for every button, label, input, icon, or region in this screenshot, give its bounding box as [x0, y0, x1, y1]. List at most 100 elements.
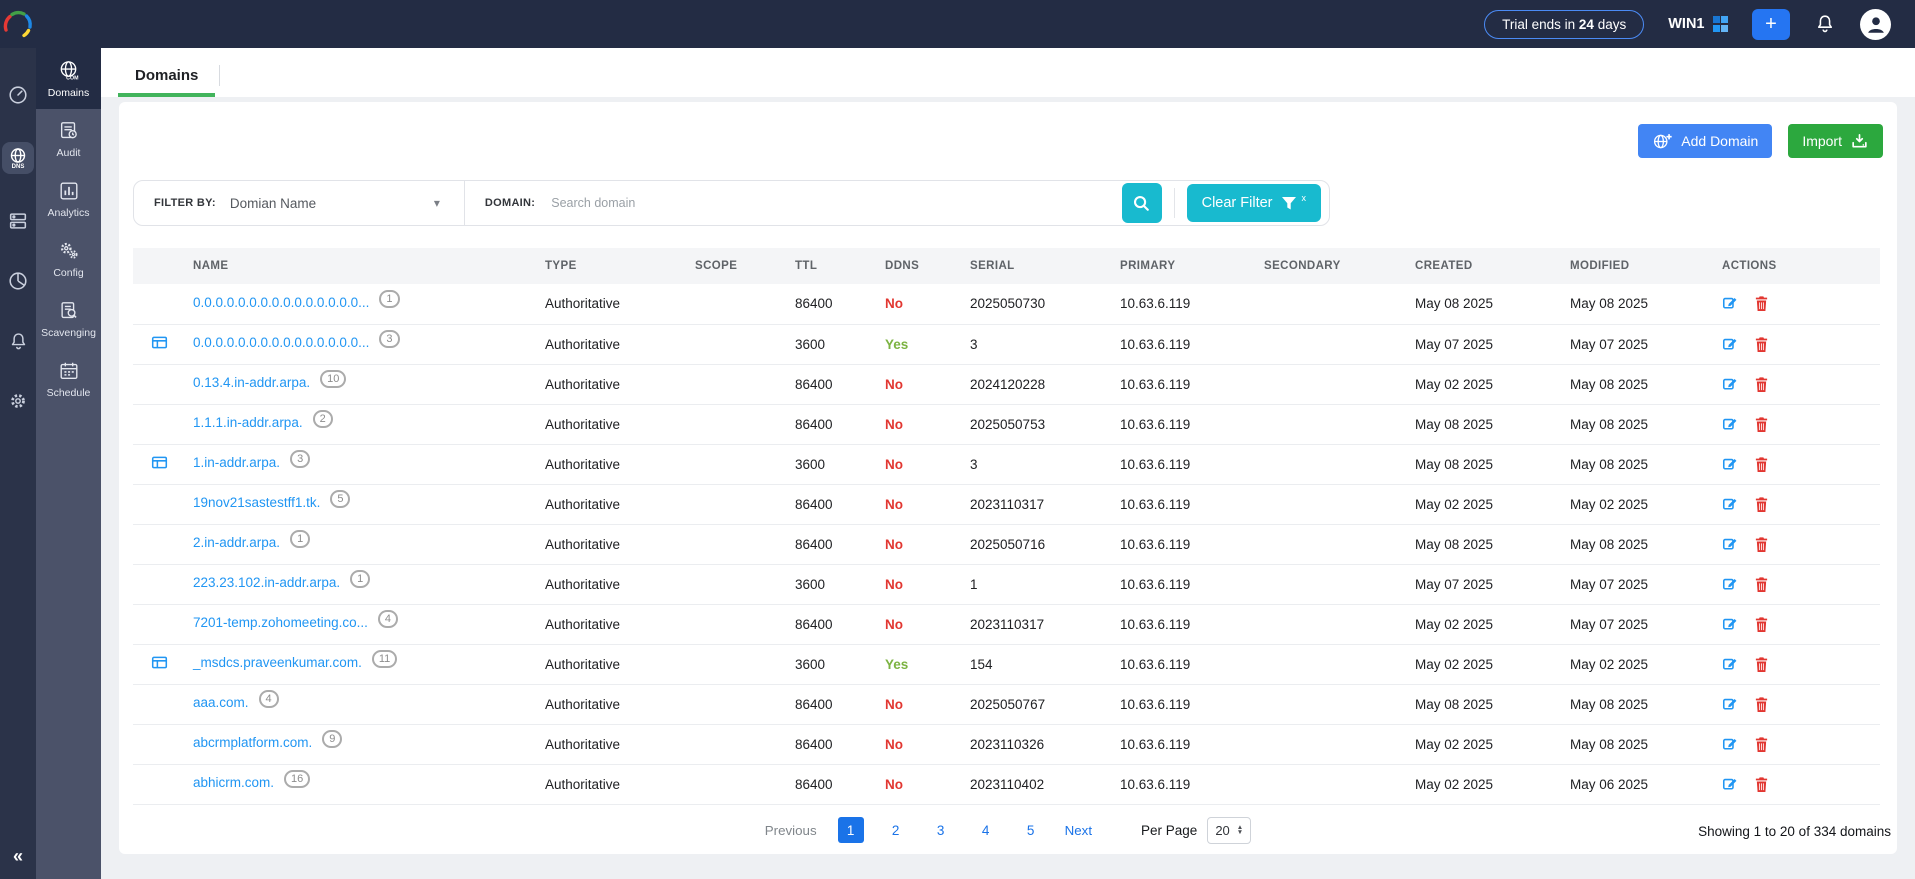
domain-name-link[interactable]: 1.1.1.in-addr.arpa. — [193, 415, 303, 430]
dns-nav: COM Domains Audit Analytics Config Scave… — [36, 48, 101, 879]
sidebar-item-domains[interactable]: COM Domains — [36, 48, 101, 109]
delete-domain-button[interactable] — [1754, 295, 1769, 312]
scope-value — [687, 284, 787, 325]
reports-app-button[interactable] — [5, 268, 31, 294]
domain-name-link[interactable]: abhicrm.com. — [193, 775, 274, 790]
sidebar-item-label: Audit — [56, 147, 81, 159]
ddns-value: No — [885, 536, 903, 552]
delete-domain-button[interactable] — [1754, 656, 1769, 673]
domain-name-link[interactable]: 19nov21sastestff1.tk. — [193, 495, 320, 510]
edit-domain-button[interactable] — [1722, 496, 1739, 513]
serial-value: 2025050716 — [962, 524, 1112, 565]
record-count-badge: 16 — [284, 770, 311, 788]
delete-domain-button[interactable] — [1754, 776, 1769, 793]
pie-chart-icon — [7, 270, 29, 292]
import-button[interactable]: Import — [1788, 124, 1883, 158]
edit-domain-button[interactable] — [1722, 616, 1739, 633]
alerts-app-button[interactable] — [5, 328, 31, 354]
page-number-button[interactable]: 2 — [883, 817, 909, 843]
dns-app-button[interactable]: DNS — [2, 142, 34, 174]
add-domain-button[interactable]: Add Domain — [1638, 124, 1773, 158]
edit-domain-button[interactable] — [1722, 656, 1739, 673]
collapse-chevrons-icon: « — [12, 846, 23, 866]
page-number-button[interactable]: 5 — [1018, 817, 1044, 843]
delete-domain-button[interactable] — [1754, 496, 1769, 513]
edit-domain-button[interactable] — [1722, 416, 1739, 433]
search-input[interactable] — [549, 195, 1122, 211]
filter-by-dropdown[interactable]: Domian Name ▾ — [230, 196, 440, 211]
edit-domain-button[interactable] — [1722, 336, 1739, 353]
domain-name-link[interactable]: aaa.com. — [193, 695, 249, 710]
scavenging-doc-search-icon — [58, 300, 80, 322]
clear-filter-button[interactable]: Clear Filter x — [1186, 184, 1321, 222]
search-button[interactable] — [1121, 183, 1162, 223]
sidebar-item-config[interactable]: Config — [36, 229, 101, 289]
domain-name-link[interactable]: 7201-temp.zohomeeting.co... — [193, 615, 368, 630]
user-avatar[interactable] — [1860, 8, 1891, 40]
secondary-value — [1256, 644, 1407, 685]
domain-name-link[interactable]: 2.in-addr.arpa. — [193, 535, 280, 550]
servers-app-button[interactable] — [5, 208, 31, 234]
delete-domain-button[interactable] — [1754, 576, 1769, 593]
delete-domain-button[interactable] — [1754, 416, 1769, 433]
edit-domain-button[interactable] — [1722, 696, 1739, 713]
dashboard-app-button[interactable] — [5, 82, 31, 108]
delete-domain-button[interactable] — [1754, 336, 1769, 353]
delete-domain-button[interactable] — [1754, 736, 1769, 753]
bell-icon — [1814, 13, 1836, 35]
settings-app-button[interactable] — [5, 388, 31, 414]
delete-domain-button[interactable] — [1754, 376, 1769, 393]
delete-domain-button[interactable] — [1754, 536, 1769, 553]
edit-domain-button[interactable] — [1722, 376, 1739, 393]
next-page-button[interactable]: Next — [1065, 823, 1092, 838]
delete-domain-button[interactable] — [1754, 456, 1769, 473]
domain-name-link[interactable]: 0.0.0.0.0.0.0.0.0.0.0.0.0.0.0... — [193, 335, 369, 350]
clear-filter-label: Clear Filter — [1201, 195, 1273, 211]
delete-domain-button[interactable] — [1754, 616, 1769, 633]
delete-domain-button[interactable] — [1754, 696, 1769, 713]
page-number-button[interactable]: 1 — [837, 817, 864, 843]
collapse-sidebar-button[interactable]: « — [13, 846, 23, 867]
primary-value: 10.63.6.119 — [1112, 644, 1256, 685]
previous-page-button[interactable]: Previous — [765, 823, 817, 838]
domain-name-link[interactable]: _msdcs.praveenkumar.com. — [193, 655, 362, 670]
page-number-button[interactable]: 3 — [928, 817, 954, 843]
domain-name-link[interactable]: 1.in-addr.arpa. — [193, 455, 280, 470]
domain-name-link[interactable]: 223.23.102.in-addr.arpa. — [193, 575, 340, 590]
sidebar-item-audit[interactable]: Audit — [36, 109, 101, 169]
sidebar-item-analytics[interactable]: Analytics — [36, 169, 101, 229]
primary-value: 10.63.6.119 — [1112, 524, 1256, 565]
edit-domain-button[interactable] — [1722, 736, 1739, 753]
serial-value: 2025050753 — [962, 404, 1112, 445]
filter-divider — [463, 180, 465, 226]
trial-banner[interactable]: Trial ends in 24 days — [1484, 9, 1645, 39]
column-header: SERIAL — [962, 248, 1112, 284]
ddns-value: No — [885, 416, 903, 432]
ddns-value: No — [885, 496, 903, 512]
edit-domain-button[interactable] — [1722, 295, 1739, 312]
created-value: May 02 2025 — [1407, 644, 1562, 685]
page-number-button[interactable]: 4 — [973, 817, 999, 843]
per-page-select[interactable]: 20 ▲ ▼ — [1207, 816, 1252, 844]
edit-domain-button[interactable] — [1722, 776, 1739, 793]
tab-domains[interactable]: Domains — [118, 67, 216, 97]
domain-name-link[interactable]: 0.13.4.in-addr.arpa. — [193, 375, 310, 390]
server-selector[interactable]: WIN1 — [1668, 16, 1728, 32]
sidebar-item-label: Schedule — [46, 387, 91, 399]
ddns-value: No — [885, 456, 903, 472]
primary-value: 10.63.6.119 — [1112, 684, 1256, 725]
icon-column-header — [133, 248, 185, 284]
edit-domain-button[interactable] — [1722, 576, 1739, 593]
ddns-value: Yes — [885, 336, 909, 352]
edit-domain-button[interactable] — [1722, 456, 1739, 473]
sidebar-item-scavenging[interactable]: Scavenging — [36, 289, 101, 349]
add-new-button[interactable]: + — [1752, 8, 1790, 40]
created-value: May 08 2025 — [1407, 284, 1562, 325]
edit-domain-button[interactable] — [1722, 536, 1739, 553]
sidebar-item-schedule[interactable]: Schedule — [36, 349, 101, 409]
domain-name-link[interactable]: 0.0.0.0.0.0.0.0.0.0.0.0.0.0.0... — [193, 295, 369, 310]
notifications-button[interactable] — [1814, 13, 1836, 35]
domain-name-link[interactable]: abcrmplatform.com. — [193, 735, 312, 750]
modified-value: May 07 2025 — [1562, 564, 1714, 605]
serial-value: 1 — [962, 564, 1112, 605]
